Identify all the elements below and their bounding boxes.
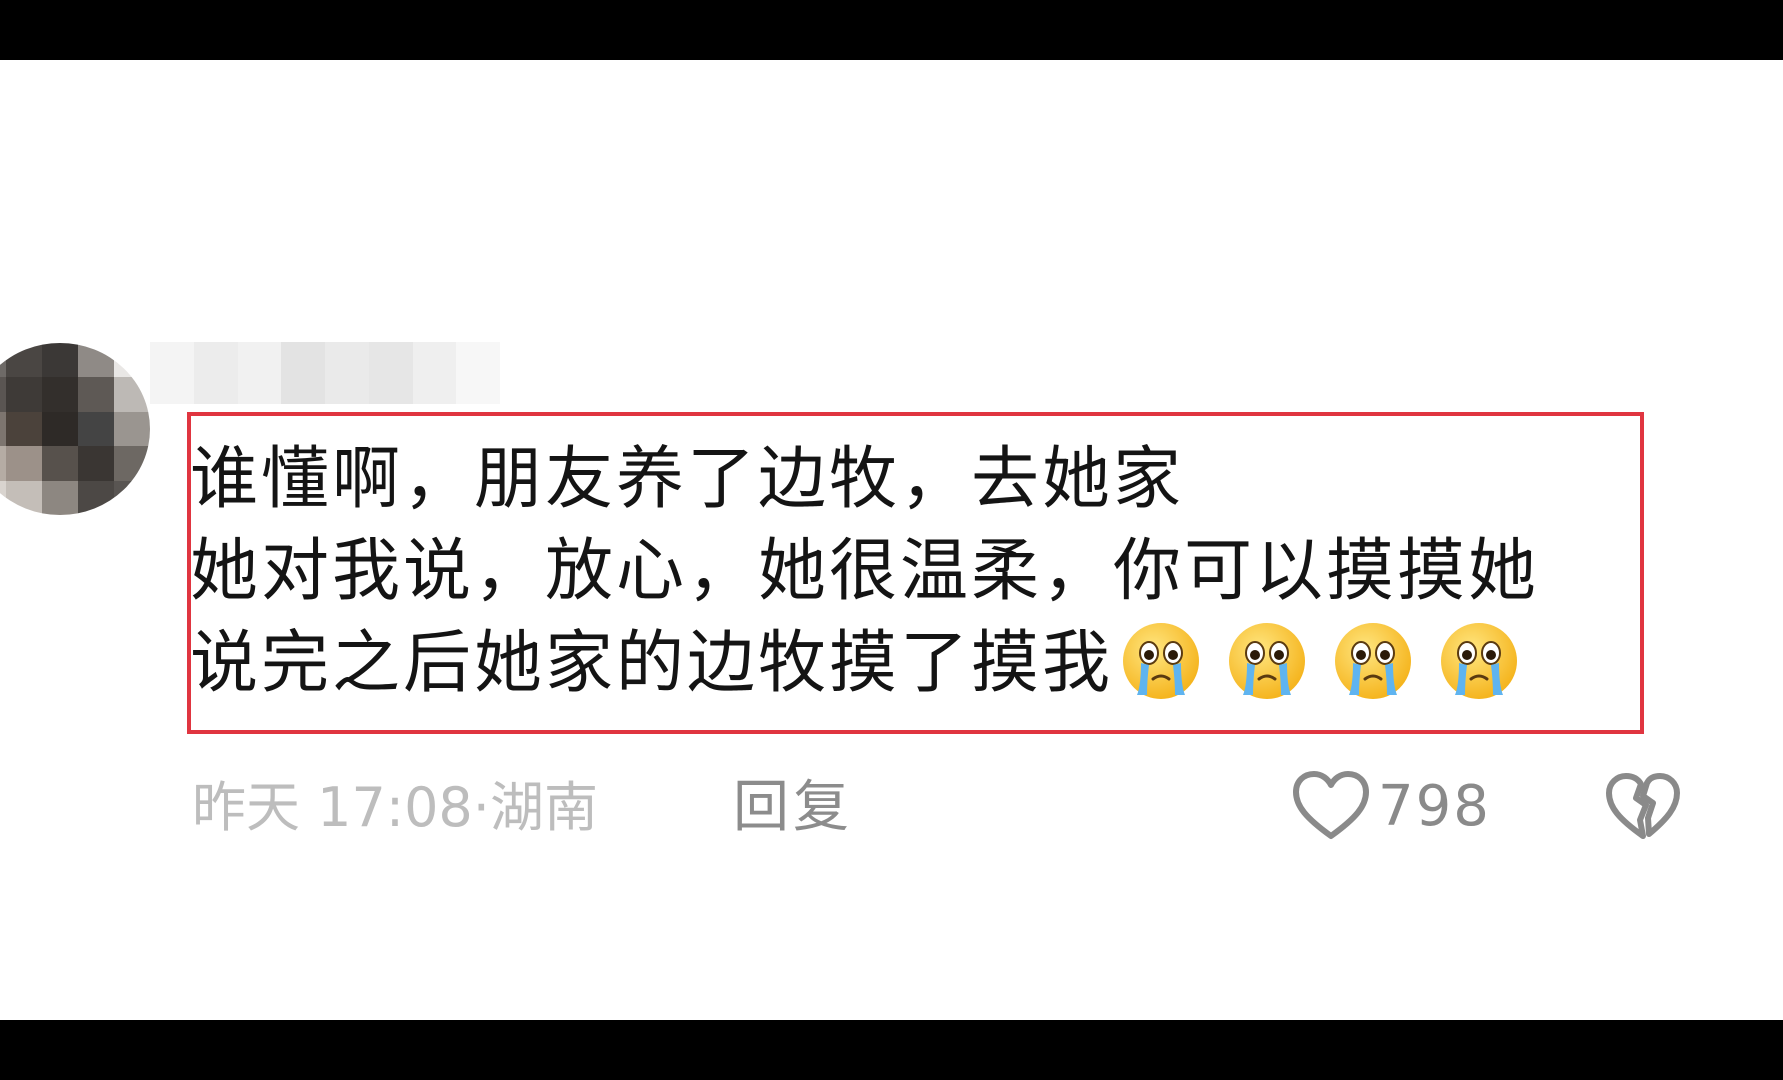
broken-heart-icon (1606, 773, 1680, 839)
comment-meta: 昨天 17:08·湖南 (192, 772, 598, 844)
reply-button[interactable]: 回复 (733, 772, 853, 844)
comment-line-3: 说完之后她家的边牧摸了摸我 (190, 618, 1539, 710)
crying-face-icon (1335, 623, 1412, 700)
heart-outline-icon (1293, 771, 1369, 839)
like-button[interactable]: 798 (1292, 770, 1491, 842)
like-count: 798 (1378, 773, 1491, 839)
crying-face-icon (1229, 623, 1306, 700)
letterbox-frame: 谁懂啊，朋友养了边牧，去她家 她对我说，放心，她很温柔，你可以摸摸她 说完之后她… (0, 0, 1783, 1080)
crying-face-icon (1123, 623, 1200, 700)
comment-time: 昨天 17:08 (192, 776, 473, 839)
username-blurred[interactable] (150, 342, 500, 404)
comment-body: 谁懂啊，朋友养了边牧，去她家 她对我说，放心，她很温柔，你可以摸摸她 说完之后她… (190, 434, 1539, 710)
avatar[interactable] (0, 343, 150, 515)
comment-location: 湖南 (489, 776, 598, 839)
emoji-row (1119, 619, 1521, 703)
comment-line-2: 她对我说，放心，她很温柔，你可以摸摸她 (190, 532, 1540, 611)
meta-separator: · (472, 776, 490, 839)
dislike-button[interactable] (1605, 772, 1681, 846)
comment-line-3-text: 说完之后她家的边牧摸了摸我 (190, 624, 1114, 703)
comment-screen: 谁懂啊，朋友养了边牧，去她家 她对我说，放心，她很温柔，你可以摸摸她 说完之后她… (0, 60, 1783, 1020)
crying-face-icon (1441, 623, 1518, 700)
comment-line-1: 谁懂啊，朋友养了边牧，去她家 (190, 440, 1185, 519)
